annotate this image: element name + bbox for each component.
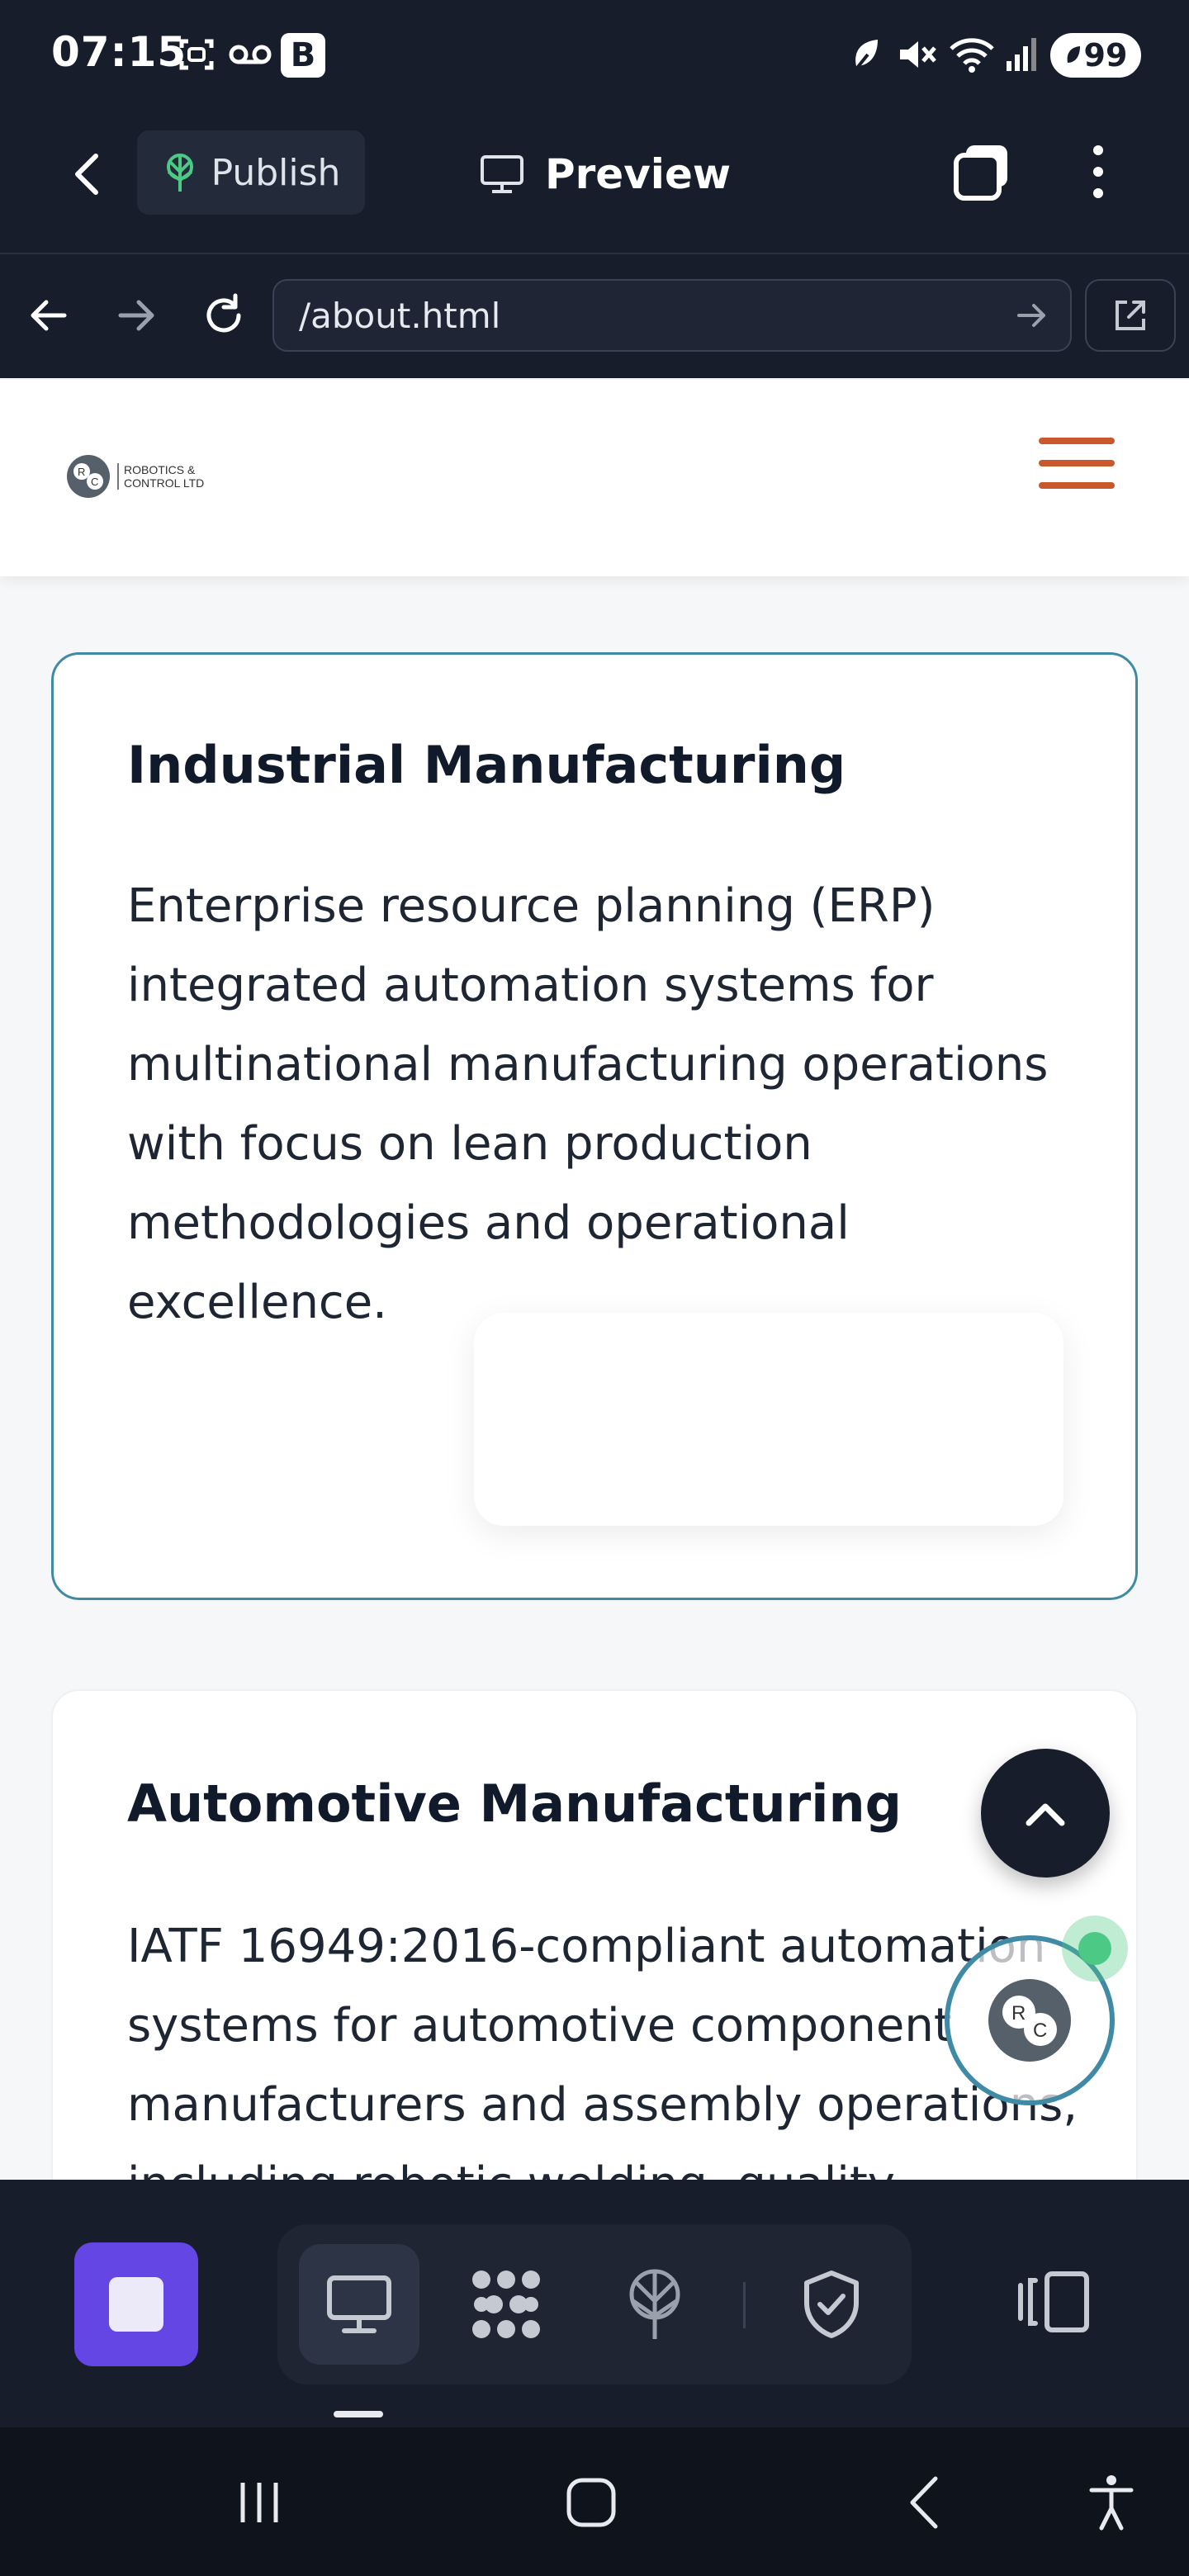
publish-tool-button[interactable] <box>594 2244 715 2365</box>
more-dot <box>1093 145 1103 155</box>
card-body: IATF 16949:2016-compliant automation sys… <box>127 1920 1078 2211</box>
publish-tree-icon <box>629 2269 680 2339</box>
recents-icon <box>240 2483 278 2522</box>
home-button[interactable] <box>550 2465 632 2540</box>
site-logo[interactable]: R C ROBOTICS & CONTROL LTD <box>64 449 204 504</box>
signal-icon <box>1001 33 1042 76</box>
accessibility-icon <box>1089 2475 1134 2531</box>
more-dot <box>1093 167 1103 177</box>
security-tool-button[interactable] <box>771 2244 892 2365</box>
reload-button[interactable] <box>195 284 253 347</box>
card-body: Enterprise resource planning (ERP) integ… <box>127 879 1049 1329</box>
toolbar-divider <box>743 2282 746 2328</box>
drag-handle <box>334 2411 383 2417</box>
mute-icon <box>892 33 941 76</box>
split-view-icon <box>1018 2271 1089 2332</box>
preview-label: Preview <box>545 150 732 198</box>
scroll-to-top-button[interactable] <box>981 1749 1110 1878</box>
svg-text:C: C <box>1033 2020 1047 2042</box>
arrow-right-icon <box>118 300 154 331</box>
back-button[interactable] <box>63 145 112 203</box>
reload-icon <box>206 293 241 333</box>
hamburger-line <box>1039 482 1115 489</box>
open-external-button[interactable] <box>1085 279 1176 352</box>
publish-tree-icon <box>166 154 193 192</box>
more-options-button[interactable] <box>1073 137 1123 206</box>
leaf-icon <box>846 33 887 76</box>
arrow-right-icon <box>1017 304 1045 327</box>
arrow-left-icon <box>31 300 67 331</box>
battery-indicator: 99 <box>1050 33 1141 78</box>
url-go-button[interactable] <box>1006 291 1059 340</box>
publish-label: Publish <box>211 151 341 194</box>
menu-button[interactable] <box>1039 438 1115 489</box>
svg-text:R: R <box>1011 2002 1026 2024</box>
recent-apps-button[interactable] <box>218 2465 301 2540</box>
card-title: Industrial Manufacturing <box>127 735 846 795</box>
status-time: 07:15 <box>51 28 187 76</box>
card-placeholder-box <box>474 1313 1063 1526</box>
screenshot-icon <box>175 33 218 76</box>
publish-button[interactable]: Publish <box>137 130 365 215</box>
monitor-icon <box>481 155 523 193</box>
logo-line2: CONTROL LTD <box>124 476 205 490</box>
battery-level: 99 <box>1083 37 1128 73</box>
system-back-button[interactable] <box>883 2465 966 2540</box>
home-icon <box>566 2478 616 2527</box>
logo-line1: ROBOTICS & <box>124 463 196 476</box>
chat-avatar-icon: R C <box>988 1979 1071 2062</box>
stop-button[interactable] <box>74 2242 198 2366</box>
svg-text:C: C <box>91 476 98 488</box>
preview-title: Preview <box>479 137 731 211</box>
svg-text:R: R <box>78 466 85 478</box>
battery-leaf-icon <box>1067 46 1080 63</box>
online-indicator <box>1078 1932 1111 1965</box>
chevron-left-icon <box>75 154 98 195</box>
more-dot <box>1093 188 1103 198</box>
chevron-up-icon <box>1026 1803 1065 1826</box>
stop-icon <box>109 2277 163 2332</box>
nav-forward-button[interactable] <box>107 284 165 347</box>
accessibility-button[interactable] <box>1070 2465 1153 2540</box>
desktop-icon <box>327 2275 391 2333</box>
hamburger-line <box>1039 460 1115 466</box>
apps-icon <box>472 2271 540 2338</box>
card-title: Automotive Manufacturing <box>127 1773 902 1834</box>
b-badge: B <box>281 33 325 78</box>
desktop-tool-button[interactable] <box>299 2244 419 2365</box>
nav-back-button[interactable] <box>20 284 78 347</box>
voicemail-icon <box>228 33 272 76</box>
shield-check-icon <box>804 2271 859 2338</box>
url-text: /about.html <box>299 295 501 336</box>
wifi-icon <box>946 33 997 76</box>
url-input[interactable]: /about.html <box>272 279 1072 352</box>
logo-text: ROBOTICS & CONTROL LTD <box>117 463 204 490</box>
external-link-icon <box>1116 301 1145 330</box>
hamburger-line <box>1039 438 1115 444</box>
logo-mark-icon: R C <box>67 455 110 498</box>
back-chevron-icon <box>910 2476 938 2529</box>
tabs-icon <box>954 145 1007 201</box>
layout-toggle-button[interactable] <box>1002 2252 1101 2351</box>
tabs-button[interactable] <box>950 139 1016 205</box>
apps-tool-button[interactable] <box>446 2244 566 2365</box>
